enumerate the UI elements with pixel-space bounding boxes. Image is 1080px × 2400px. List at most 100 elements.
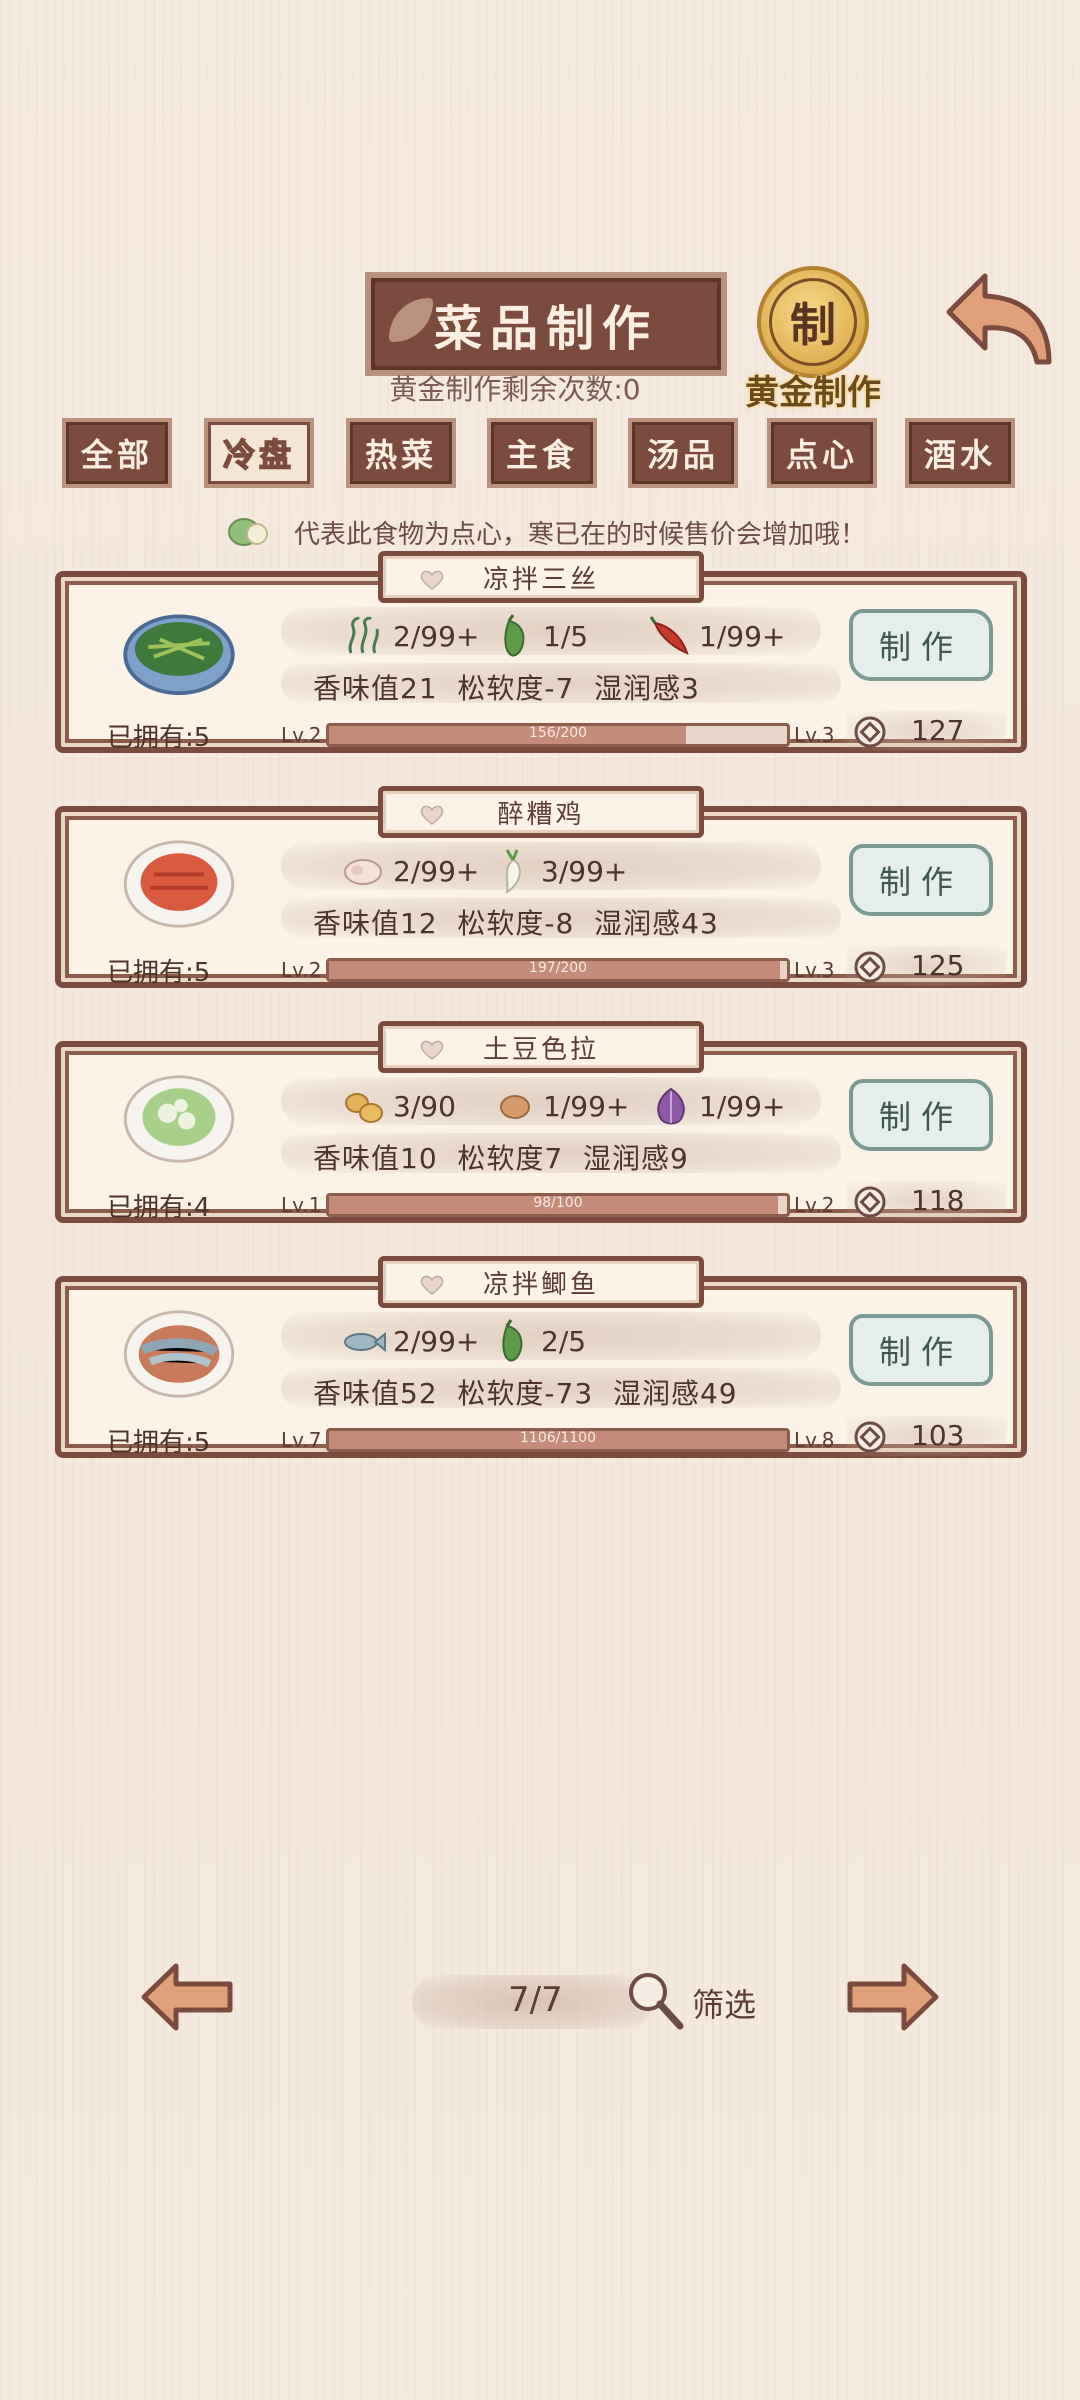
green-pepper-icon (502, 1319, 523, 1362)
tab-staples[interactable]: 主食 (487, 418, 597, 488)
ingredient-qty: 1/99+ (543, 1089, 630, 1123)
sell-price: 127 (911, 714, 965, 747)
prev-page-arrow-icon[interactable] (140, 1962, 236, 2032)
dish-image (123, 1310, 235, 1398)
page-indicator: 7/7 (508, 1980, 563, 2020)
dish-image (123, 840, 235, 928)
coin-icon (854, 1186, 886, 1218)
level-current: Lv.1 (281, 1193, 322, 1217)
egg-icon (500, 1095, 530, 1119)
level-next: Lv.3 (794, 958, 835, 982)
ingredient-0: 2/99+ (341, 1318, 479, 1364)
dish-image (123, 1075, 235, 1163)
progress-text: 197/200 (528, 960, 588, 976)
recipe-name-plate: 凉拌鲫鱼 (378, 1256, 704, 1308)
level-current: Lv.2 (281, 958, 322, 982)
snack-marker-icon (228, 518, 268, 546)
level-progress-bar: 1106/1100 (326, 1428, 790, 1452)
owned-count: 已拥有:5 (107, 723, 211, 753)
recipe-name-plate: 土豆色拉 (378, 1021, 704, 1073)
dish-image (123, 614, 235, 696)
tab-snacks[interactable]: 点心 (767, 418, 877, 488)
coin-icon (854, 951, 886, 983)
ingredient-qty: 2/99+ (393, 619, 480, 653)
filter-button[interactable]: 筛选 (692, 1980, 756, 2026)
level-next: Lv.2 (794, 1193, 835, 1217)
progress-text: 98/100 (533, 1195, 583, 1211)
red-chili-icon (649, 616, 689, 655)
ingredient-qty: 3/90 (393, 1089, 456, 1123)
recipe-stats: 香味值12 松软度-8 湿润感43 (313, 907, 719, 940)
sell-price: 118 (911, 1184, 965, 1217)
level-progress-bar: 197/200 (326, 958, 790, 982)
tab-cold-dishes[interactable]: 冷盘 (204, 418, 314, 488)
green-pepper-icon (504, 614, 525, 657)
heart-icon[interactable] (419, 1275, 445, 1295)
sell-price: 125 (911, 949, 965, 982)
page-title: 菜品制作 (433, 301, 658, 357)
ingredient-1: 3/99+ (489, 848, 627, 894)
ingredient-qty: 1/99+ (699, 1089, 786, 1123)
level-next: Lv.3 (794, 723, 835, 747)
back-arrow-icon[interactable] (945, 268, 1055, 372)
owned-count: 已拥有:4 (107, 1193, 211, 1223)
owned-count: 已拥有:5 (107, 1428, 211, 1458)
magnifier-icon[interactable] (624, 1968, 686, 2030)
progress-text: 156/200 (528, 725, 588, 741)
tab-all[interactable]: 全部 (62, 418, 172, 488)
snack-hint-text: 代表此食物为点心，寒已在的时候售价会增加哦！ (294, 520, 867, 550)
ingredient-0: 2/99+ (341, 848, 479, 894)
recipe-name-plate: 醉糟鸡 (378, 786, 704, 838)
tab-soups[interactable]: 汤品 (628, 418, 738, 488)
ingredient-1: 1/99+ (491, 1083, 629, 1129)
chicken-icon (344, 859, 382, 885)
ingredient-qty: 1/99+ (699, 619, 786, 653)
level-next: Lv.8 (794, 1428, 835, 1452)
gold-badge-glyph: 制 (769, 278, 857, 366)
ingredient-2: 1/99+ (647, 1083, 785, 1129)
gold-craft-button[interactable]: 制 (757, 266, 869, 378)
recipe-name: 凉拌三丝 (482, 564, 599, 595)
level-progress-bar: 98/100 (326, 1193, 790, 1217)
level-progress-bar: 156/200 (326, 723, 790, 747)
make-button[interactable]: 制作 (849, 844, 993, 916)
radish-icon (505, 849, 521, 894)
recipe-stats: 香味值52 松软度-73 湿润感49 (313, 1377, 738, 1410)
ingredient-qty: 1/5 (543, 619, 589, 653)
category-tabs: 全部 冷盘 热菜 主食 汤品 点心 酒水 (62, 418, 1022, 490)
recipe-name-plate: 凉拌三丝 (378, 551, 704, 603)
gold-craft-label[interactable]: 黄金制作 (728, 365, 898, 414)
ingredient-1: 1/5 (491, 613, 588, 659)
sell-price: 103 (911, 1419, 965, 1452)
ingredient-0: 2/99+ (341, 613, 479, 659)
heart-icon[interactable] (419, 805, 445, 825)
leaf-decoration-icon (389, 298, 433, 342)
potato-icon (345, 1093, 383, 1123)
recipe-stats: 香味值21 松软度-7 湿润感3 (313, 672, 700, 705)
ingredient-1: 2/5 (489, 1318, 586, 1364)
coin-icon (854, 1421, 886, 1453)
page-title-plate: 菜品制作 (365, 272, 727, 376)
progress-text: 1106/1100 (520, 1430, 596, 1446)
gold-remaining-count: 黄金制作剩余次数:0 (389, 373, 641, 406)
ingredient-qty: 3/99+ (541, 854, 628, 888)
ingredient-2: 1/99+ (647, 613, 785, 659)
make-button[interactable]: 制作 (849, 1079, 993, 1151)
recipe-name: 凉拌鲫鱼 (482, 1269, 599, 1300)
heart-icon[interactable] (419, 1040, 445, 1060)
level-current: Lv.7 (281, 1428, 322, 1452)
fish-icon (344, 1331, 386, 1353)
coin-icon (854, 716, 886, 748)
next-page-arrow-icon[interactable] (844, 1962, 940, 2032)
heart-icon[interactable] (419, 570, 445, 590)
ingredient-0: 3/90 (341, 1083, 456, 1129)
recipe-name: 土豆色拉 (482, 1034, 599, 1065)
make-button[interactable]: 制作 (849, 1314, 993, 1386)
ingredient-qty: 2/99+ (393, 1324, 480, 1358)
tab-hot-dishes[interactable]: 热菜 (346, 418, 456, 488)
level-current: Lv.2 (281, 723, 322, 747)
make-button[interactable]: 制作 (849, 609, 993, 681)
seaweed-icon (348, 616, 379, 654)
tab-drinks[interactable]: 酒水 (905, 418, 1015, 488)
recipe-name: 醉糟鸡 (497, 799, 585, 830)
